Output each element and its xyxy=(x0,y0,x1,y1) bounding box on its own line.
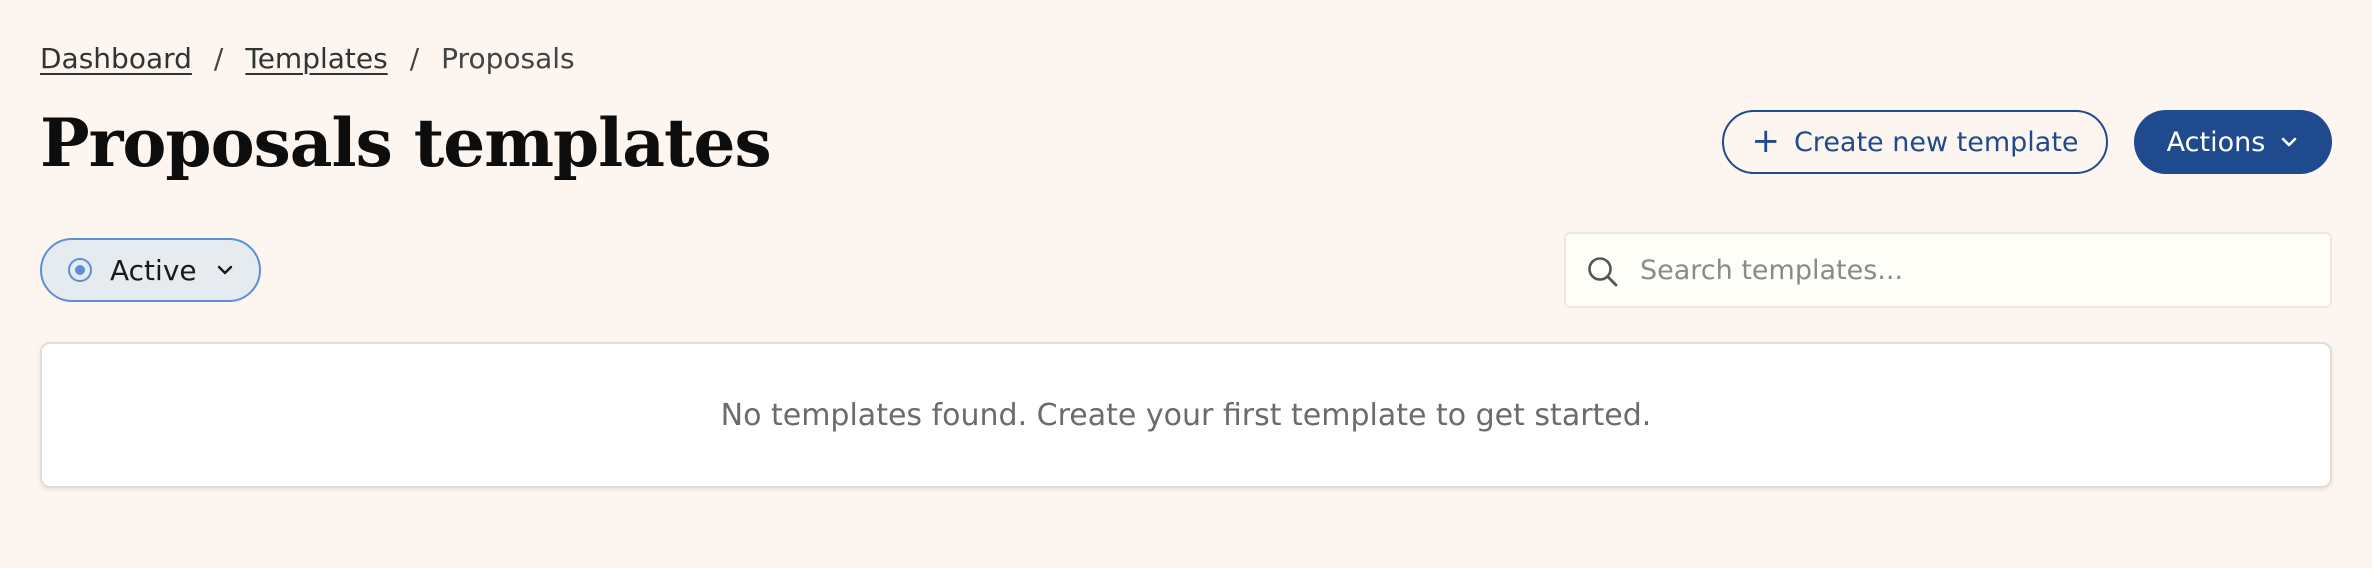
page-title: Proposals templates xyxy=(40,104,772,182)
page-container: Dashboard / Templates / Proposals Propos… xyxy=(40,0,2332,568)
plus-icon: + xyxy=(1751,120,1780,161)
status-filter-label: Active xyxy=(110,253,197,287)
radio-selected-icon xyxy=(68,258,92,282)
chevron-down-icon xyxy=(2279,132,2299,152)
breadcrumb: Dashboard / Templates / Proposals xyxy=(40,40,575,76)
create-new-template-button[interactable]: + Create new template xyxy=(1722,110,2108,174)
search-icon xyxy=(1586,255,1620,289)
status-filter-dropdown[interactable]: Active xyxy=(40,238,261,302)
empty-state-message: No templates found. Create your first te… xyxy=(720,397,1652,433)
breadcrumb-current: Proposals xyxy=(441,41,575,75)
actions-button[interactable]: Actions xyxy=(2134,110,2332,174)
actions-label: Actions xyxy=(2166,126,2266,158)
empty-state-card: No templates found. Create your first te… xyxy=(40,342,2332,488)
breadcrumb-link-templates[interactable]: Templates xyxy=(245,42,387,75)
breadcrumb-separator: / xyxy=(409,41,420,75)
search-input[interactable] xyxy=(1640,234,2320,306)
breadcrumb-separator: / xyxy=(213,41,224,75)
search-field[interactable] xyxy=(1564,232,2332,308)
create-new-template-label: Create new template xyxy=(1793,126,2079,158)
chevron-down-icon xyxy=(215,260,235,280)
breadcrumb-link-dashboard[interactable]: Dashboard xyxy=(40,42,192,75)
